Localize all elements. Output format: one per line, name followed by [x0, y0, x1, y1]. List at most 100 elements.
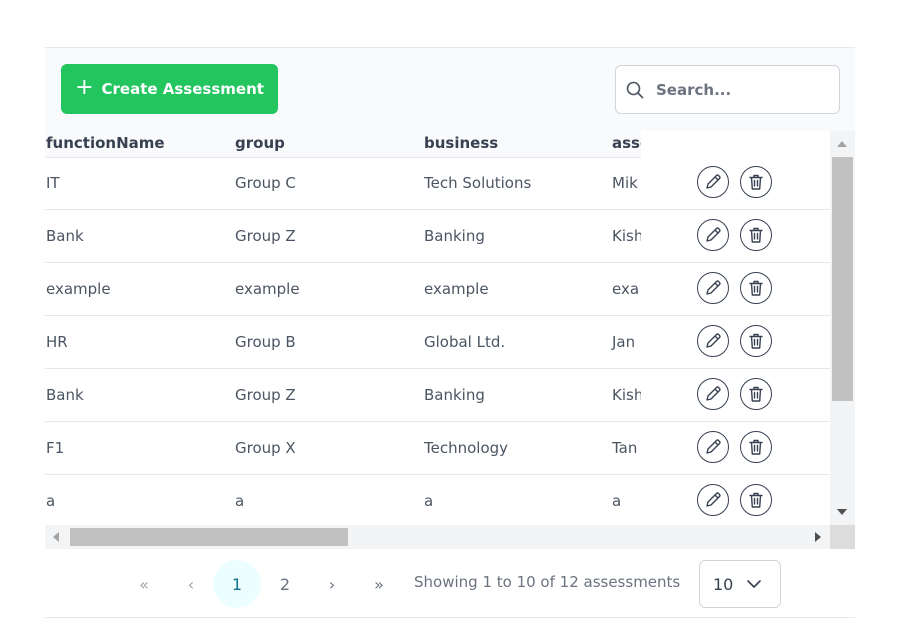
- cell-function-name: example: [46, 280, 111, 298]
- chevron-left-icon: ‹: [187, 574, 195, 594]
- chevron-down-icon: [747, 579, 762, 588]
- page-size-select[interactable]: 10: [699, 560, 781, 608]
- table-row: F1 Group X Technology Tan: [45, 422, 830, 475]
- table-body: IT Group C Tech Solutions Mik Bank Group…: [45, 157, 830, 527]
- page-1-button[interactable]: 1: [213, 560, 261, 608]
- first-page-button[interactable]: «: [120, 560, 168, 608]
- pagination-summary: Showing 1 to 10 of 12 assessments: [414, 573, 681, 591]
- page-number: 2: [279, 574, 291, 594]
- cell-function-name: a: [46, 492, 56, 510]
- create-assessment-button[interactable]: + Create Assessment: [61, 64, 278, 114]
- cell-business: example: [424, 280, 489, 298]
- plus-icon: +: [75, 75, 94, 100]
- cell-group: Group Z: [235, 386, 296, 404]
- cell-function-name: IT: [46, 174, 60, 192]
- vertical-scrollbar[interactable]: [830, 131, 855, 525]
- next-page-button[interactable]: ›: [308, 560, 356, 608]
- pencil-icon: [706, 439, 721, 454]
- cell-business: a: [424, 492, 434, 510]
- cell-function-name: Bank: [46, 386, 84, 404]
- table-row: IT Group C Tech Solutions Mik: [45, 157, 830, 210]
- cell-assessor: Kish: [612, 227, 641, 245]
- table-row: Bank Group Z Banking Kish: [45, 369, 830, 422]
- pencil-icon: [706, 333, 721, 348]
- edit-button[interactable]: [697, 219, 729, 251]
- pencil-icon: [706, 227, 721, 242]
- search-input[interactable]: [654, 79, 828, 100]
- edit-button[interactable]: [697, 378, 729, 410]
- cell-business: Banking: [424, 386, 485, 404]
- last-page-button[interactable]: »: [355, 560, 403, 608]
- vertical-scroll-thumb[interactable]: [832, 157, 853, 401]
- cell-assessor: Tan: [612, 439, 638, 457]
- double-chevron-right-icon: »: [374, 574, 384, 594]
- scrollbar-corner: [830, 525, 855, 549]
- edit-button[interactable]: [697, 431, 729, 463]
- delete-button[interactable]: [740, 325, 772, 357]
- page-2-button[interactable]: 2: [261, 560, 309, 608]
- column-header-assessor[interactable]: asse: [612, 134, 641, 152]
- pagination: « ‹ 1 2 › » Showing 1 to 10 of 12 assess…: [45, 549, 855, 619]
- scroll-up-arrow-icon[interactable]: [837, 141, 847, 147]
- edit-button[interactable]: [697, 325, 729, 357]
- double-chevron-left-icon: «: [139, 574, 149, 594]
- cell-group: example: [235, 280, 300, 298]
- delete-button[interactable]: [740, 166, 772, 198]
- edit-button[interactable]: [697, 272, 729, 304]
- table-row: example example example exa: [45, 263, 830, 316]
- edit-button[interactable]: [697, 484, 729, 516]
- cell-business: Banking: [424, 227, 485, 245]
- search-icon: [626, 81, 644, 98]
- cell-assessor: a: [612, 492, 622, 510]
- create-assessment-label: Create Assessment: [101, 80, 264, 98]
- trash-icon: [749, 280, 763, 296]
- cell-assessor: Kish: [612, 386, 641, 404]
- chevron-right-icon: ›: [328, 574, 336, 594]
- trash-icon: [749, 492, 763, 508]
- cell-business: Global Ltd.: [424, 333, 506, 351]
- pencil-icon: [706, 492, 721, 507]
- page-size-value: 10: [713, 574, 734, 594]
- trash-icon: [749, 174, 763, 190]
- edit-button[interactable]: [697, 166, 729, 198]
- delete-button[interactable]: [740, 219, 772, 251]
- cell-group: a: [235, 492, 245, 510]
- trash-icon: [749, 386, 763, 402]
- delete-button[interactable]: [740, 378, 772, 410]
- trash-icon: [749, 439, 763, 455]
- table-row: Bank Group Z Banking Kish: [45, 210, 830, 263]
- horizontal-scroll-thumb[interactable]: [70, 528, 348, 546]
- delete-button[interactable]: [740, 484, 772, 516]
- pencil-icon: [706, 280, 721, 295]
- search-box[interactable]: [615, 65, 840, 114]
- pencil-icon: [706, 174, 721, 189]
- cell-function-name: HR: [46, 333, 68, 351]
- previous-page-button[interactable]: ‹: [167, 560, 215, 608]
- column-header-business[interactable]: business: [424, 134, 498, 152]
- assessments-table: functionName group business asse IT Grou…: [45, 131, 855, 549]
- page-number: 1: [231, 574, 243, 594]
- cell-assessor: Mik: [612, 174, 638, 192]
- assessments-panel: + Create Assessment functionName group b…: [45, 47, 855, 618]
- cell-assessor: Jan: [612, 333, 636, 351]
- cell-group: Group X: [235, 439, 296, 457]
- cell-function-name: Bank: [46, 227, 84, 245]
- scroll-down-arrow-icon[interactable]: [837, 509, 847, 515]
- cell-group: Group Z: [235, 227, 296, 245]
- table-row: a a a a: [45, 475, 830, 527]
- cell-group: Group C: [235, 174, 296, 192]
- column-header-functionname[interactable]: functionName: [46, 134, 165, 152]
- horizontal-scrollbar[interactable]: [45, 525, 855, 549]
- table-header: functionName group business asse: [45, 131, 641, 158]
- cell-business: Tech Solutions: [424, 174, 532, 192]
- toolbar: + Create Assessment: [45, 48, 855, 131]
- table-row: HR Group B Global Ltd. Jan: [45, 316, 830, 369]
- scroll-left-arrow-icon[interactable]: [53, 532, 59, 542]
- cell-assessor: exa: [612, 280, 640, 298]
- column-header-group[interactable]: group: [235, 134, 285, 152]
- delete-button[interactable]: [740, 272, 772, 304]
- cell-business: Technology: [424, 439, 509, 457]
- delete-button[interactable]: [740, 431, 772, 463]
- pencil-icon: [706, 386, 721, 401]
- scroll-right-arrow-icon[interactable]: [815, 532, 821, 542]
